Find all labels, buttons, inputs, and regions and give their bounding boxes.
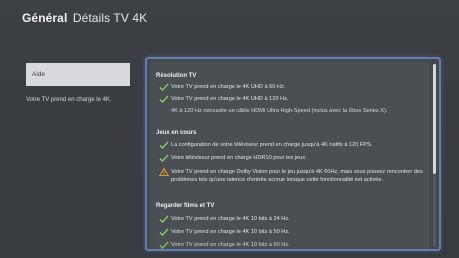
check-icon — [159, 141, 169, 149]
sidebar-description: Votre TV prend en charge le 4K. — [26, 97, 112, 103]
list-item: Votre TV prend en charge le 4K 10 bits à… — [159, 215, 424, 223]
list-item: Votre TV prend en charge le 4K 10 bits à… — [159, 228, 424, 236]
details-panel[interactable]: Résolution TV Votre TV prend en charge l… — [145, 57, 441, 251]
item-text: La configuration de votre téléviseur pre… — [171, 142, 373, 148]
item-text: Votre TV prend en charge le 4K UHD à 120… — [171, 96, 289, 102]
scrollbar[interactable] — [433, 64, 436, 247]
section-title-gaming: Jeux en cours — [156, 130, 197, 136]
help-button[interactable]: Aide — [26, 63, 130, 86]
item-text: Votre téléviseur prend en charge HDR10 p… — [171, 155, 307, 161]
item-text: Votre TV prend en charge le 4K 10 bits à… — [171, 216, 290, 222]
warning-icon — [158, 167, 170, 177]
list-item: Votre téléviseur prend en charge HDR10 p… — [159, 154, 424, 162]
section-title-movies: Regarder films et TV — [156, 203, 215, 209]
check-icon — [159, 215, 169, 223]
item-text: Votre TV prend en charge Dolby Vision po… — [171, 169, 423, 183]
details-content: Résolution TV Votre TV prend en charge l… — [150, 62, 429, 249]
list-item: La configuration de votre téléviseur pre… — [159, 141, 424, 149]
page-title: Détails TV 4K — [72, 11, 148, 25]
list-item: Votre TV prend en charge Dolby Vision po… — [158, 167, 424, 184]
list-item: Votre TV prend en charge le 4K 10 bits à… — [159, 241, 424, 249]
list-item: Votre TV prend en charge le 4K UHD à 120… — [159, 95, 424, 103]
item-text: Votre TV prend en charge le 4K 10 bits à… — [171, 229, 290, 235]
check-icon — [159, 241, 169, 249]
check-icon — [159, 228, 169, 236]
list-item: Votre TV prend en charge le 4K UHD à 60 … — [159, 83, 424, 91]
check-icon — [159, 154, 169, 162]
note-text: 4K à 120 Hz nécessite un câble HDMI Ultr… — [171, 108, 388, 114]
check-icon — [159, 95, 169, 103]
check-icon — [159, 83, 169, 91]
breadcrumb-section: Général — [22, 11, 68, 25]
breadcrumb: Général Détails TV 4K — [22, 11, 147, 25]
item-text: Votre TV prend en charge le 4K 10 bits à… — [171, 242, 290, 248]
scrollbar-thumb[interactable] — [433, 64, 436, 174]
section-title-resolution: Résolution TV — [156, 73, 197, 79]
item-text: Votre TV prend en charge le 4K UHD à 60 … — [171, 84, 286, 90]
